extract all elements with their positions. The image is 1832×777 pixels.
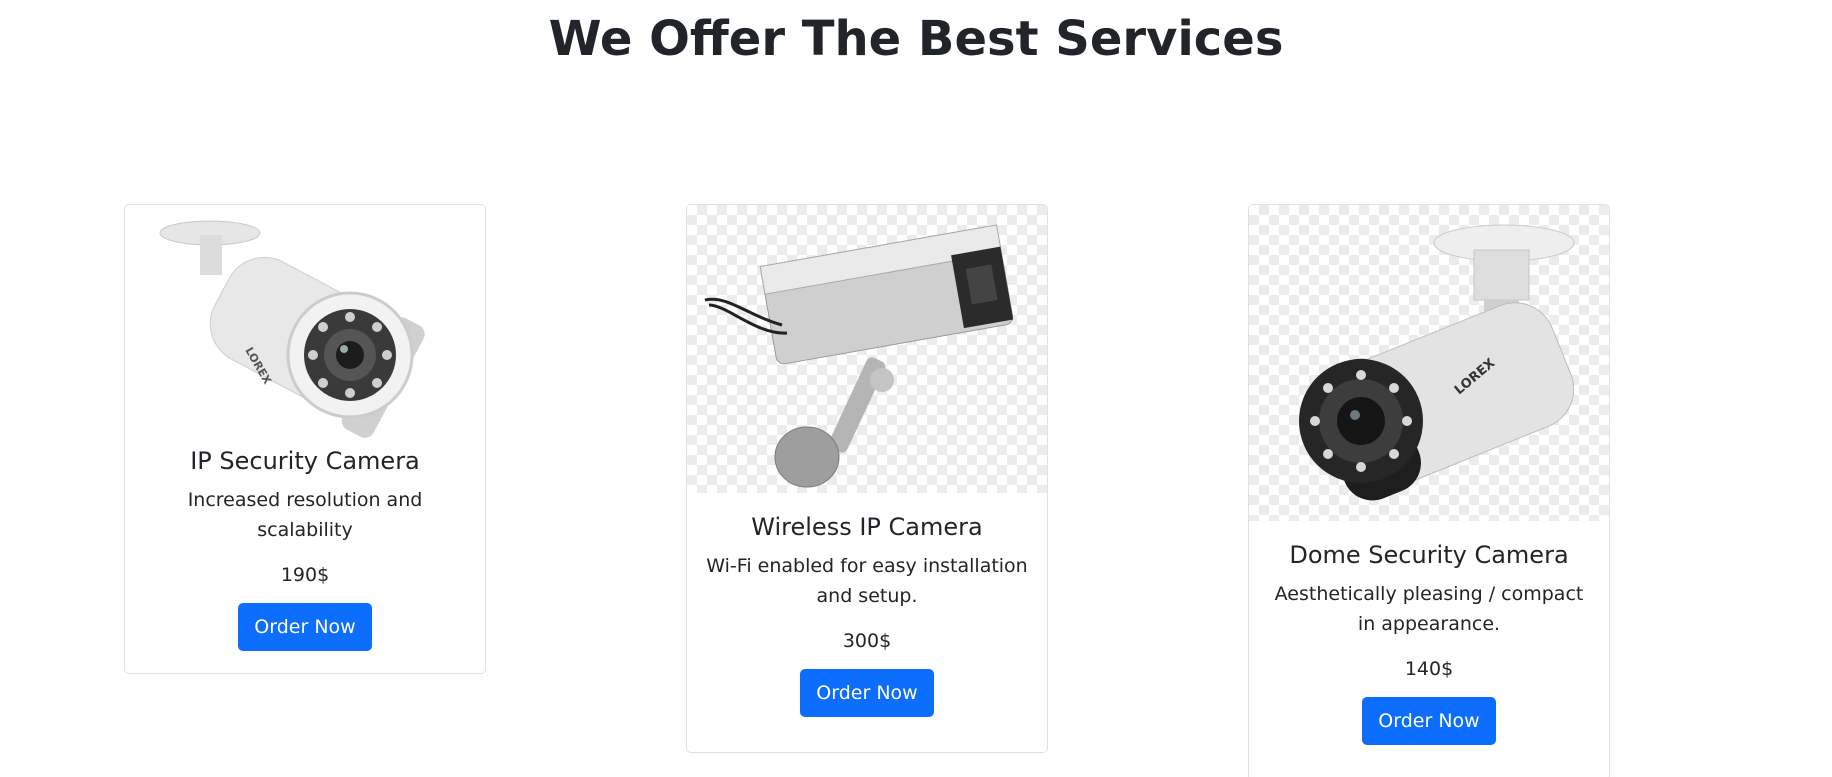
service-card-dome-security-camera: LOREX Dome Security Camera Aesthetically… [1248, 204, 1610, 777]
service-card-wireless-ip-camera: Wireless IP Camera Wi-Fi enabled for eas… [686, 204, 1048, 753]
services-page: We Offer The Best Services LOREX IP Secu… [0, 0, 1832, 777]
camera-image: LOREX [159, 220, 425, 438]
service-card-ip-security-camera: LOREX IP Security Camera Increased resol… [124, 204, 486, 674]
card-price: 140$ [1404, 658, 1454, 680]
bullet-camera-icon: LOREX [125, 205, 485, 445]
card-body: Dome Security Camera Aesthetically pleas… [1249, 521, 1609, 765]
card-description: Wi-Fi enabled for easy installation and … [706, 555, 1028, 607]
card-description: Increased resolution and scalability [187, 489, 423, 541]
card-title: IP Security Camera [190, 447, 420, 475]
page-title: We Offer The Best Services [548, 11, 1284, 67]
camera-image [704, 224, 1014, 488]
order-now-button[interactable]: Order Now [1362, 697, 1496, 745]
card-body: Wireless IP Camera Wi-Fi enabled for eas… [687, 493, 1047, 737]
bullet-camera-icon: LOREX [1249, 205, 1609, 521]
card-price: 190$ [280, 564, 330, 586]
card-body: IP Security Camera Increased resolution … [125, 445, 485, 671]
card-title: Dome Security Camera [1289, 541, 1569, 569]
card-title: Wireless IP Camera [751, 513, 983, 541]
camera-image: LOREX [1299, 224, 1575, 501]
box-camera-icon [687, 205, 1047, 493]
order-now-button[interactable]: Order Now [238, 603, 372, 651]
order-now-button[interactable]: Order Now [800, 669, 934, 717]
card-price: 300$ [842, 630, 892, 652]
card-description: Aesthetically pleasing / compact in appe… [1274, 583, 1584, 635]
